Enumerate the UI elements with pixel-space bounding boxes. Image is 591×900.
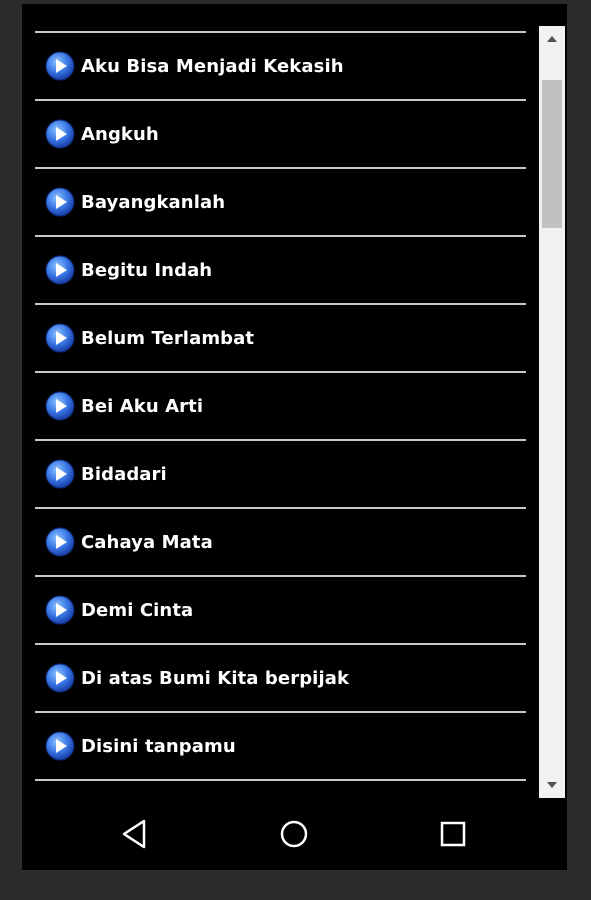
list-item[interactable]: Cahaya Mata [35,509,526,575]
list-item[interactable]: Aku Bisa Menjadi Kekasih [35,33,526,99]
play-icon [45,459,75,489]
navigation-bar [22,798,567,870]
song-title: Aku Bisa Menjadi Kekasih [81,55,344,77]
status-bar [22,4,567,26]
list-item[interactable]: Bei Aku Arti [35,373,526,439]
song-title: Demi Cinta [81,599,194,621]
song-list: Aku Bisa Menjadi Kekasih Angkuh Bayangka… [35,31,526,781]
recents-square-icon[interactable] [435,816,471,852]
scroll-down-arrow-icon[interactable] [539,774,565,796]
play-icon [45,51,75,81]
song-title: Disini tanpamu [81,735,236,757]
list-item[interactable]: Belum Terlambat [35,305,526,371]
play-icon [45,323,75,353]
play-icon [45,391,75,421]
list-item[interactable]: Bidadari [35,441,526,507]
play-icon [45,255,75,285]
play-icon [45,527,75,557]
song-title: Bayangkanlah [81,191,226,213]
scroll-up-arrow-icon[interactable] [539,28,565,50]
list-item[interactable]: Angkuh [35,101,526,167]
home-circle-icon[interactable] [276,816,312,852]
song-title: Di atas Bumi Kita berpijak [81,667,350,689]
list-item[interactable]: Bayangkanlah [35,169,526,235]
scrollbar-thumb[interactable] [542,80,562,228]
play-icon [45,663,75,693]
play-icon [45,119,75,149]
back-triangle-icon[interactable] [118,816,154,852]
song-title: Bidadari [81,463,167,485]
list-item[interactable]: Di atas Bumi Kita berpijak [35,645,526,711]
play-icon [45,731,75,761]
play-icon [45,595,75,625]
vertical-scrollbar[interactable] [539,26,565,798]
list-item[interactable]: Begitu Indah [35,237,526,303]
song-title: Begitu Indah [81,259,213,281]
song-title: Bei Aku Arti [81,395,204,417]
list-item[interactable]: Demi Cinta [35,577,526,643]
list-divider [35,779,526,781]
song-title: Angkuh [81,123,159,145]
song-title: Belum Terlambat [81,327,255,349]
song-title: Cahaya Mata [81,531,213,553]
play-icon [45,187,75,217]
list-item[interactable]: Disini tanpamu [35,713,526,779]
device-frame: Aku Bisa Menjadi Kekasih Angkuh Bayangka… [0,0,591,900]
app-screen: Aku Bisa Menjadi Kekasih Angkuh Bayangka… [22,26,567,798]
